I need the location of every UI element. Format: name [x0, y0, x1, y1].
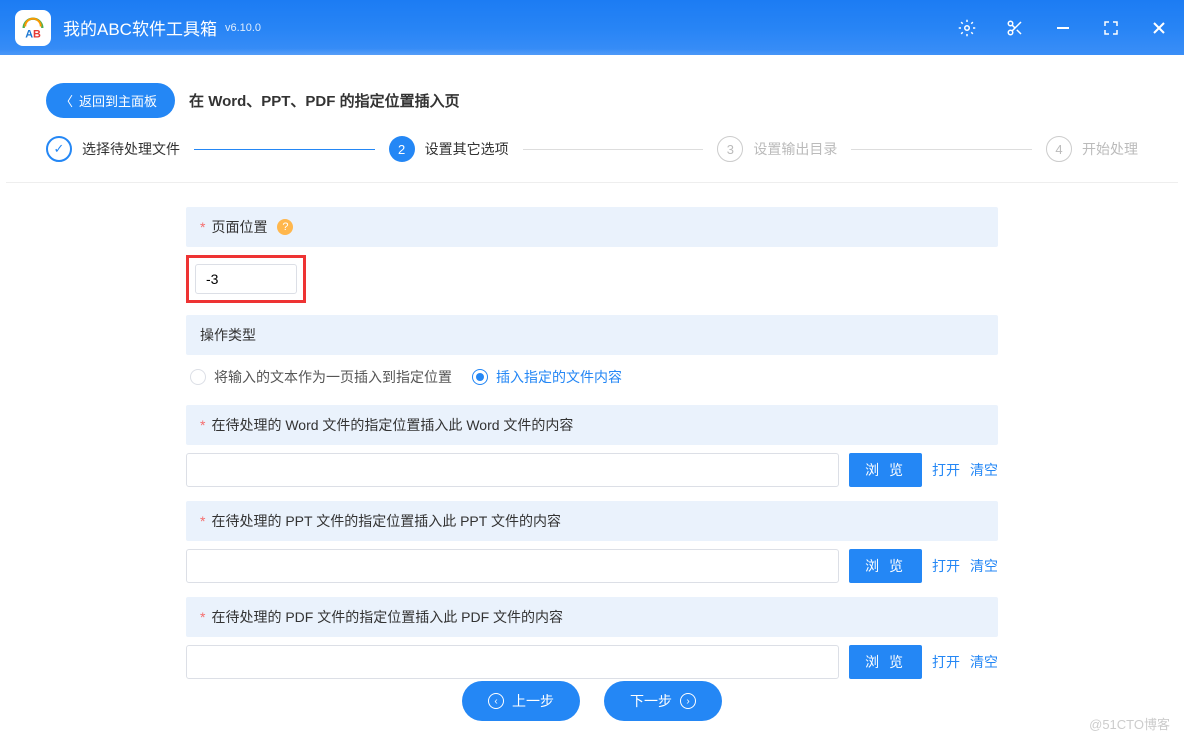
required-star-icon: * [200, 513, 205, 529]
next-button[interactable]: 下一步 › [604, 681, 722, 721]
open-button[interactable]: 打开 [932, 460, 960, 480]
titlebar: AB 我的ABC软件工具箱 v6.10.0 [0, 0, 1184, 55]
word-file-input[interactable] [186, 453, 839, 487]
app-title: 我的ABC软件工具箱 [63, 15, 217, 40]
step-1[interactable]: ✓ 选择待处理文件 [46, 136, 180, 162]
step-line [851, 149, 1032, 150]
ppt-file-input[interactable] [186, 549, 839, 583]
form-area: * 页面位置 ? 操作类型 将输入的文本作为一页插入到指定位置 插入指定的文件内… [6, 183, 1178, 679]
page-position-header: * 页面位置 ? [186, 207, 998, 247]
app-version: v6.10.0 [225, 22, 261, 34]
radio-icon [472, 369, 488, 385]
pdf-file-section: *在待处理的 PDF 文件的指定位置插入此 PDF 文件的内容 浏 览 打开 清… [186, 597, 998, 679]
step-3[interactable]: 3 设置输出目录 [717, 136, 837, 162]
step-line [523, 149, 704, 150]
word-file-section: *在待处理的 Word 文件的指定位置插入此 Word 文件的内容 浏 览 打开… [186, 405, 998, 487]
window-controls [957, 18, 1169, 38]
footer-nav: ‹ 上一步 下一步 › [6, 681, 1178, 721]
watermark: @51CTO博客 [1089, 714, 1170, 733]
svg-text:A: A [25, 28, 33, 40]
scissors-icon[interactable] [1005, 18, 1025, 38]
header-row: 〈 返回到主面板 在 Word、PPT、PDF 的指定位置插入页 [6, 55, 1178, 136]
browse-button[interactable]: 浏 览 [849, 453, 922, 487]
required-star-icon: * [200, 219, 205, 235]
check-icon: ✓ [46, 136, 72, 162]
chevron-left-icon: 〈 [60, 91, 73, 110]
minimize-icon[interactable] [1053, 18, 1073, 38]
pdf-file-input[interactable] [186, 645, 839, 679]
stepper: ✓ 选择待处理文件 2 设置其它选项 3 设置输出目录 4 开始处理 [6, 136, 1178, 183]
step-4[interactable]: 4 开始处理 [1046, 136, 1138, 162]
settings-icon[interactable] [957, 18, 977, 38]
maximize-icon[interactable] [1101, 18, 1121, 38]
clear-button[interactable]: 清空 [970, 652, 998, 672]
close-icon[interactable] [1149, 18, 1169, 38]
required-star-icon: * [200, 609, 205, 625]
main-panel: 〈 返回到主面板 在 Word、PPT、PDF 的指定位置插入页 ✓ 选择待处理… [6, 55, 1178, 739]
browse-button[interactable]: 浏 览 [849, 549, 922, 583]
back-button[interactable]: 〈 返回到主面板 [46, 83, 175, 118]
operation-type-header: 操作类型 [186, 315, 998, 355]
step-2[interactable]: 2 设置其它选项 [389, 136, 509, 162]
arrow-left-icon: ‹ [488, 693, 504, 709]
back-label: 返回到主面板 [79, 91, 157, 110]
page-position-input[interactable] [195, 264, 297, 294]
arrow-right-icon: › [680, 693, 696, 709]
app-logo-icon: AB [15, 10, 51, 46]
browse-button[interactable]: 浏 览 [849, 645, 922, 679]
svg-text:B: B [33, 28, 41, 40]
prev-button[interactable]: ‹ 上一步 [462, 681, 580, 721]
page-title: 在 Word、PPT、PDF 的指定位置插入页 [189, 90, 460, 111]
page-position-highlight [186, 255, 306, 303]
open-button[interactable]: 打开 [932, 556, 960, 576]
open-button[interactable]: 打开 [932, 652, 960, 672]
radio-icon [190, 369, 206, 385]
step-line [194, 149, 375, 150]
help-icon[interactable]: ? [277, 219, 293, 235]
clear-button[interactable]: 清空 [970, 556, 998, 576]
operation-type-options: 将输入的文本作为一页插入到指定位置 插入指定的文件内容 [186, 355, 998, 399]
ppt-file-section: *在待处理的 PPT 文件的指定位置插入此 PPT 文件的内容 浏 览 打开 清… [186, 501, 998, 583]
clear-button[interactable]: 清空 [970, 460, 998, 480]
radio-insert-file[interactable]: 插入指定的文件内容 [472, 367, 622, 387]
required-star-icon: * [200, 417, 205, 433]
radio-insert-text[interactable]: 将输入的文本作为一页插入到指定位置 [190, 367, 452, 387]
